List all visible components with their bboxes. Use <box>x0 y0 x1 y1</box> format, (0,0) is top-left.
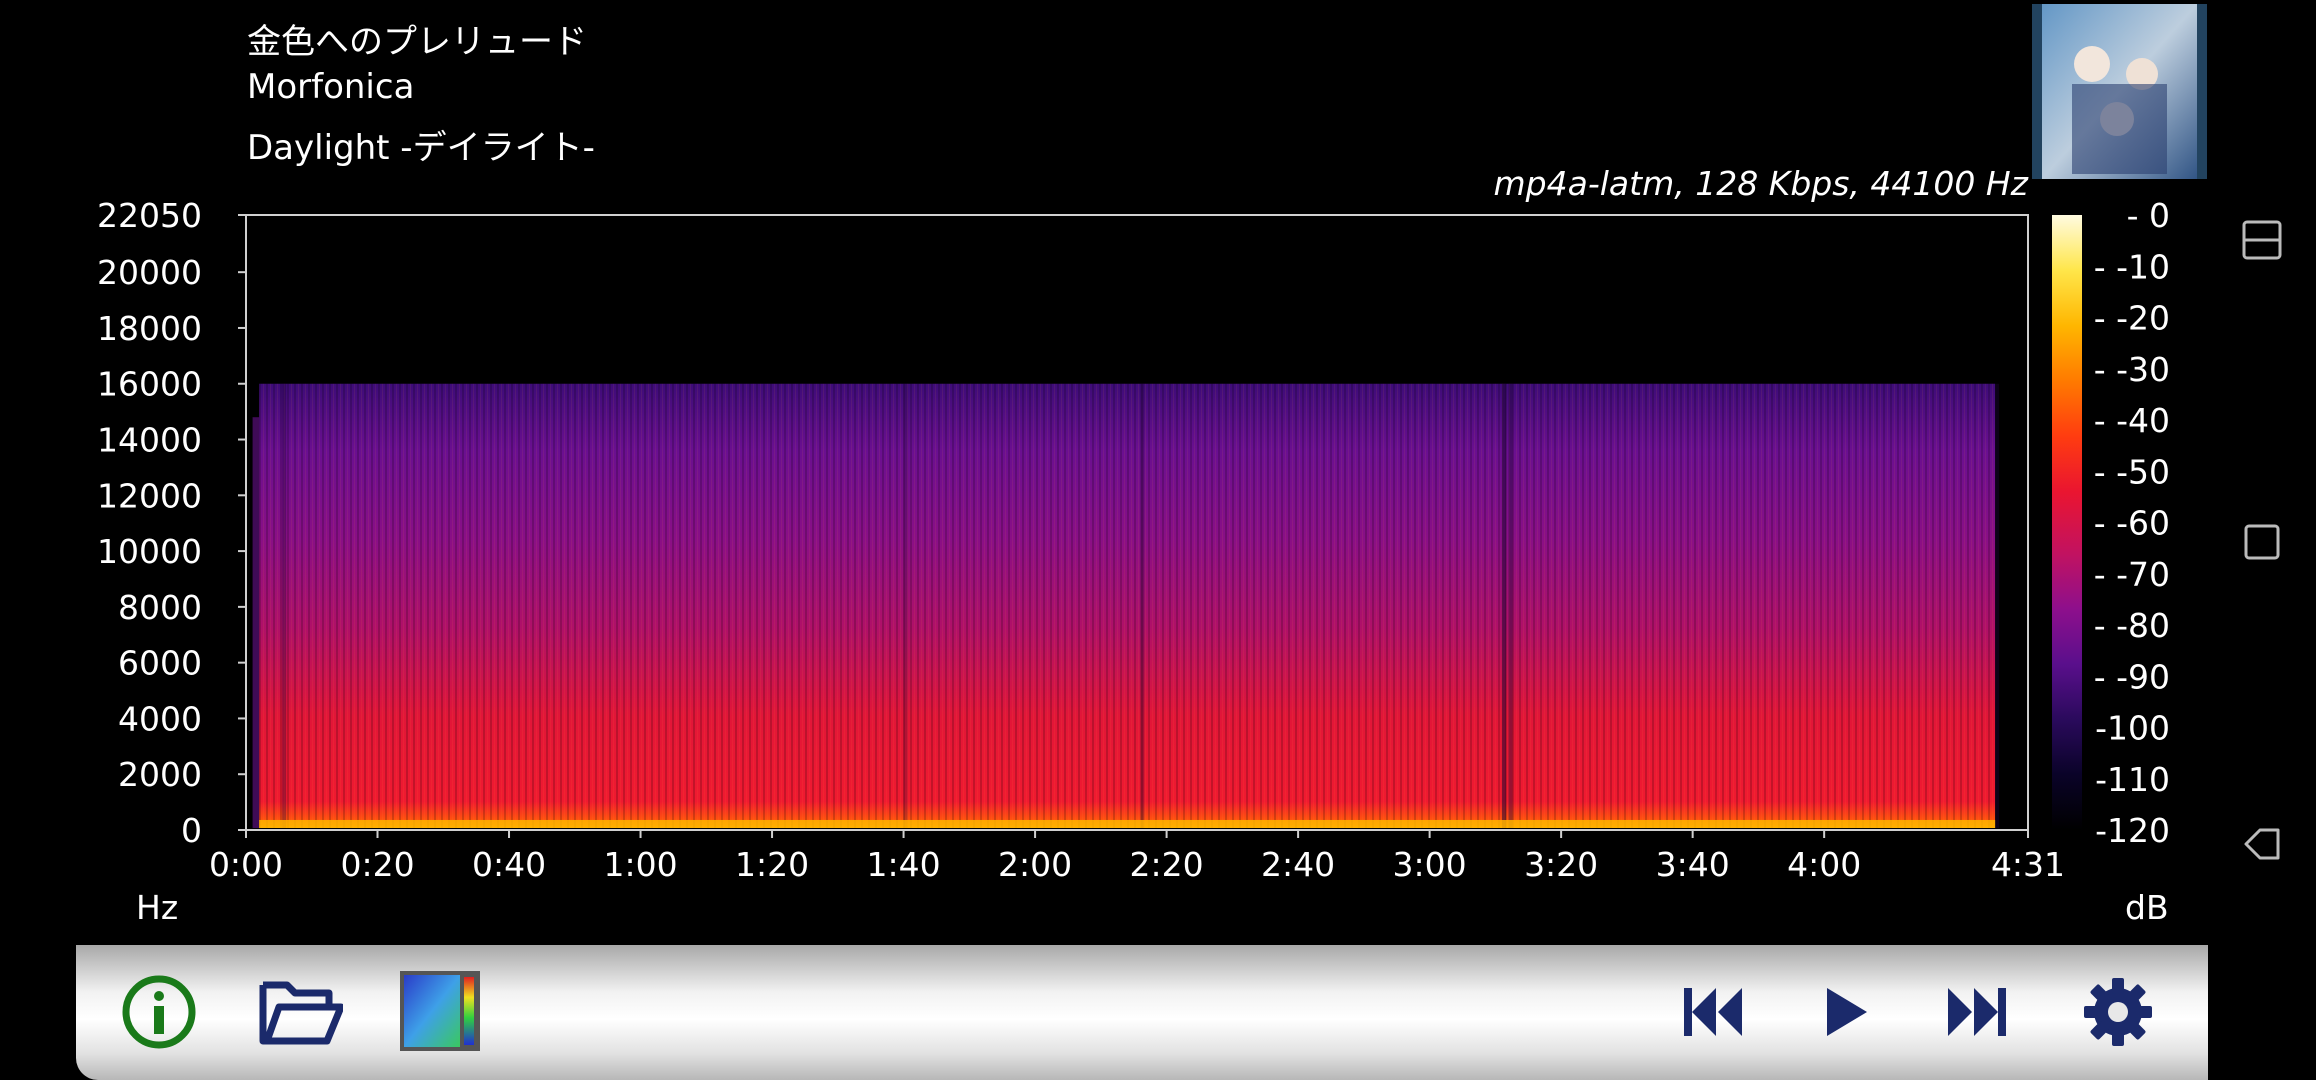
split-screen-icon[interactable] <box>2238 216 2286 264</box>
colorbar-tick-label: - -20 <box>2094 299 2170 338</box>
skip-previous-icon <box>1684 988 1742 1036</box>
skip-next-button[interactable] <box>1932 967 2022 1057</box>
colorbar <box>2052 215 2082 830</box>
colorbar-unit: dB <box>2125 888 2169 927</box>
x-tick-label: 2:40 <box>1261 845 1335 884</box>
play-icon <box>1827 988 1867 1036</box>
play-button[interactable] <box>1801 967 1891 1057</box>
settings-icon <box>2084 978 2152 1046</box>
y-tick-label: 2000 <box>118 755 202 794</box>
intro-segment <box>252 417 260 828</box>
info-icon <box>122 975 196 1049</box>
colorbar-tick-label: - -80 <box>2094 606 2170 645</box>
y-tick-label: 0 <box>181 811 202 850</box>
quiet-gap <box>1508 383 1513 828</box>
y-tick-label: 18000 <box>97 309 202 348</box>
y-tick-label: 10000 <box>97 532 202 571</box>
y-tick-label: 14000 <box>97 421 202 460</box>
x-tick-label: 3:20 <box>1524 845 1598 884</box>
colorbar-tick-label: - -90 <box>2094 657 2170 696</box>
bass-band <box>259 820 1996 828</box>
colorbar-tick-label: - -30 <box>2094 350 2170 389</box>
colorbar-tick-label: - 0 <box>2127 196 2170 235</box>
x-tick-label: 2:00 <box>998 845 1072 884</box>
x-tick-label: 1:40 <box>867 845 941 884</box>
colorbar-tick-label: - -60 <box>2094 504 2170 543</box>
x-tick-label: 3:40 <box>1656 845 1730 884</box>
x-tick-label: 1:00 <box>603 845 677 884</box>
colorbar-tick-label: -110 <box>2095 760 2170 799</box>
spectrogram-chart: 2205020000180001600014000120001000080006… <box>97 196 2170 884</box>
recents-icon[interactable] <box>2238 518 2286 566</box>
x-tick-label: 0:20 <box>340 845 414 884</box>
y-tick-label: 8000 <box>118 588 202 627</box>
palette-icon <box>400 971 480 1051</box>
x-tick-label: 4:00 <box>1787 845 1861 884</box>
x-tick-label: 0:40 <box>472 845 546 884</box>
system-navigation-bar <box>2208 0 2316 1080</box>
y-tick-label: 20000 <box>97 253 202 292</box>
colorbar-tick-label: - -10 <box>2094 247 2170 286</box>
colorbar-tick-label: - -50 <box>2094 452 2170 491</box>
colorbar-tick-label: - -40 <box>2094 401 2170 440</box>
open-folder-icon <box>259 981 343 1045</box>
y-tick-label: 16000 <box>97 365 202 404</box>
settings-button[interactable] <box>2073 967 2163 1057</box>
info-button[interactable] <box>114 967 204 1057</box>
y-tick-label: 12000 <box>97 476 202 515</box>
y-tick-label: 4000 <box>118 699 202 738</box>
y-axis-unit: Hz <box>136 888 179 927</box>
open-folder-button[interactable] <box>256 967 346 1057</box>
spectral-texture <box>259 383 1996 828</box>
quiet-gap <box>282 383 287 828</box>
quiet-gap <box>1140 383 1145 828</box>
y-tick-label: 22050 <box>97 196 202 235</box>
x-tick-label: 4:31 <box>1991 845 2065 884</box>
colorbar-tick-label: - -70 <box>2094 555 2170 594</box>
x-tick-label: 3:00 <box>1393 845 1467 884</box>
x-tick-label: 1:20 <box>735 845 809 884</box>
quiet-gap <box>1995 383 2000 828</box>
x-tick-label: 2:20 <box>1130 845 1204 884</box>
skip-previous-button[interactable] <box>1668 967 1758 1057</box>
x-tick-label: 0:00 <box>209 845 283 884</box>
skip-next-icon <box>1948 988 2006 1036</box>
quiet-gap <box>1501 383 1506 828</box>
y-tick-label: 6000 <box>118 644 202 683</box>
bottom-toolbar <box>76 945 2208 1080</box>
colorbar-tick-label: -120 <box>2095 811 2170 850</box>
colorbar-tick-label: -100 <box>2095 709 2170 748</box>
quiet-gap <box>903 383 908 828</box>
palette-button[interactable] <box>398 969 482 1053</box>
back-icon[interactable] <box>2238 820 2286 868</box>
